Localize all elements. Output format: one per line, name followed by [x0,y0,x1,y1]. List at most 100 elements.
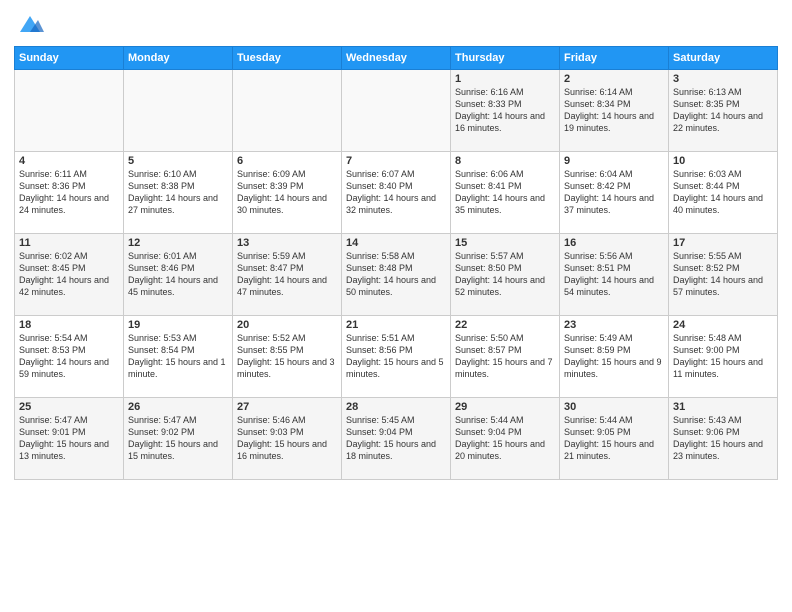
sunset-text: Sunset: 9:05 PM [564,427,631,437]
day-cell: 10 Sunrise: 6:03 AM Sunset: 8:44 PM Dayl… [669,152,778,234]
day-number: 10 [673,155,773,167]
day-cell: 16 Sunrise: 5:56 AM Sunset: 8:51 PM Dayl… [560,234,669,316]
sunrise-text: Sunrise: 5:59 AM [237,251,306,261]
sunset-text: Sunset: 8:57 PM [455,345,522,355]
daylight-text: Daylight: 14 hours and 32 minutes. [346,193,436,215]
day-cell: 13 Sunrise: 5:59 AM Sunset: 8:47 PM Dayl… [233,234,342,316]
day-info: Sunrise: 5:44 AM Sunset: 9:05 PM Dayligh… [564,414,664,463]
day-info: Sunrise: 5:55 AM Sunset: 8:52 PM Dayligh… [673,250,773,299]
day-cell: 2 Sunrise: 6:14 AM Sunset: 8:34 PM Dayli… [560,70,669,152]
sunset-text: Sunset: 8:52 PM [673,263,740,273]
sunset-text: Sunset: 8:47 PM [237,263,304,273]
day-info: Sunrise: 5:47 AM Sunset: 9:01 PM Dayligh… [19,414,119,463]
sunset-text: Sunset: 8:50 PM [455,263,522,273]
day-number: 20 [237,319,337,331]
day-cell: 17 Sunrise: 5:55 AM Sunset: 8:52 PM Dayl… [669,234,778,316]
day-cell [124,70,233,152]
daylight-text: Daylight: 15 hours and 5 minutes. [346,357,444,379]
week-row-5: 25 Sunrise: 5:47 AM Sunset: 9:01 PM Dayl… [15,398,778,480]
sunrise-text: Sunrise: 5:49 AM [564,333,633,343]
sunset-text: Sunset: 8:41 PM [455,181,522,191]
sunset-text: Sunset: 8:55 PM [237,345,304,355]
day-number: 5 [128,155,228,167]
sunrise-text: Sunrise: 6:11 AM [19,169,87,179]
day-cell: 20 Sunrise: 5:52 AM Sunset: 8:55 PM Dayl… [233,316,342,398]
logo-icon [16,10,44,38]
sunrise-text: Sunrise: 5:58 AM [346,251,415,261]
sunset-text: Sunset: 8:45 PM [19,263,86,273]
day-cell: 21 Sunrise: 5:51 AM Sunset: 8:56 PM Dayl… [342,316,451,398]
sunrise-text: Sunrise: 5:50 AM [455,333,524,343]
day-info: Sunrise: 5:51 AM Sunset: 8:56 PM Dayligh… [346,332,446,381]
day-info: Sunrise: 5:54 AM Sunset: 8:53 PM Dayligh… [19,332,119,381]
sunset-text: Sunset: 8:59 PM [564,345,631,355]
weekday-header-thursday: Thursday [451,47,560,70]
daylight-text: Daylight: 14 hours and 37 minutes. [564,193,654,215]
day-number: 19 [128,319,228,331]
sunset-text: Sunset: 9:04 PM [455,427,522,437]
day-cell: 24 Sunrise: 5:48 AM Sunset: 9:00 PM Dayl… [669,316,778,398]
day-info: Sunrise: 6:06 AM Sunset: 8:41 PM Dayligh… [455,168,555,217]
day-number: 26 [128,401,228,413]
day-cell: 5 Sunrise: 6:10 AM Sunset: 8:38 PM Dayli… [124,152,233,234]
daylight-text: Daylight: 14 hours and 57 minutes. [673,275,763,297]
day-number: 28 [346,401,446,413]
sunrise-text: Sunrise: 6:01 AM [128,251,197,261]
sunrise-text: Sunrise: 6:07 AM [346,169,415,179]
day-number: 8 [455,155,555,167]
sunrise-text: Sunrise: 6:04 AM [564,169,633,179]
daylight-text: Daylight: 15 hours and 23 minutes. [673,439,763,461]
day-cell [342,70,451,152]
day-number: 15 [455,237,555,249]
sunrise-text: Sunrise: 5:51 AM [346,333,415,343]
day-info: Sunrise: 5:53 AM Sunset: 8:54 PM Dayligh… [128,332,228,381]
daylight-text: Daylight: 14 hours and 35 minutes. [455,193,545,215]
day-cell [15,70,124,152]
day-cell: 9 Sunrise: 6:04 AM Sunset: 8:42 PM Dayli… [560,152,669,234]
day-info: Sunrise: 5:59 AM Sunset: 8:47 PM Dayligh… [237,250,337,299]
weekday-header-friday: Friday [560,47,669,70]
daylight-text: Daylight: 14 hours and 19 minutes. [564,111,654,133]
weekday-header-row: SundayMondayTuesdayWednesdayThursdayFrid… [15,47,778,70]
week-row-3: 11 Sunrise: 6:02 AM Sunset: 8:45 PM Dayl… [15,234,778,316]
day-number: 1 [455,73,555,85]
sunset-text: Sunset: 8:46 PM [128,263,195,273]
day-info: Sunrise: 5:52 AM Sunset: 8:55 PM Dayligh… [237,332,337,381]
sunrise-text: Sunrise: 5:47 AM [19,415,88,425]
sunrise-text: Sunrise: 5:47 AM [128,415,197,425]
daylight-text: Daylight: 14 hours and 40 minutes. [673,193,763,215]
day-number: 9 [564,155,664,167]
daylight-text: Daylight: 15 hours and 21 minutes. [564,439,654,461]
day-cell: 29 Sunrise: 5:44 AM Sunset: 9:04 PM Dayl… [451,398,560,480]
day-info: Sunrise: 6:09 AM Sunset: 8:39 PM Dayligh… [237,168,337,217]
daylight-text: Daylight: 15 hours and 11 minutes. [673,357,763,379]
day-cell: 1 Sunrise: 6:16 AM Sunset: 8:33 PM Dayli… [451,70,560,152]
calendar-table: SundayMondayTuesdayWednesdayThursdayFrid… [14,46,778,480]
day-cell: 3 Sunrise: 6:13 AM Sunset: 8:35 PM Dayli… [669,70,778,152]
day-cell: 26 Sunrise: 5:47 AM Sunset: 9:02 PM Dayl… [124,398,233,480]
daylight-text: Daylight: 14 hours and 59 minutes. [19,357,109,379]
day-number: 23 [564,319,664,331]
day-info: Sunrise: 5:48 AM Sunset: 9:00 PM Dayligh… [673,332,773,381]
week-row-1: 1 Sunrise: 6:16 AM Sunset: 8:33 PM Dayli… [15,70,778,152]
day-cell: 12 Sunrise: 6:01 AM Sunset: 8:46 PM Dayl… [124,234,233,316]
daylight-text: Daylight: 14 hours and 45 minutes. [128,275,218,297]
daylight-text: Daylight: 15 hours and 1 minute. [128,357,226,379]
daylight-text: Daylight: 14 hours and 42 minutes. [19,275,109,297]
day-cell [233,70,342,152]
sunset-text: Sunset: 8:44 PM [673,181,740,191]
daylight-text: Daylight: 15 hours and 18 minutes. [346,439,436,461]
day-number: 30 [564,401,664,413]
day-cell: 31 Sunrise: 5:43 AM Sunset: 9:06 PM Dayl… [669,398,778,480]
day-cell: 18 Sunrise: 5:54 AM Sunset: 8:53 PM Dayl… [15,316,124,398]
day-number: 12 [128,237,228,249]
daylight-text: Daylight: 14 hours and 52 minutes. [455,275,545,297]
sunrise-text: Sunrise: 5:45 AM [346,415,415,425]
day-info: Sunrise: 5:46 AM Sunset: 9:03 PM Dayligh… [237,414,337,463]
day-number: 13 [237,237,337,249]
daylight-text: Daylight: 14 hours and 16 minutes. [455,111,545,133]
day-info: Sunrise: 5:43 AM Sunset: 9:06 PM Dayligh… [673,414,773,463]
day-cell: 14 Sunrise: 5:58 AM Sunset: 8:48 PM Dayl… [342,234,451,316]
day-cell: 11 Sunrise: 6:02 AM Sunset: 8:45 PM Dayl… [15,234,124,316]
sunrise-text: Sunrise: 6:06 AM [455,169,524,179]
